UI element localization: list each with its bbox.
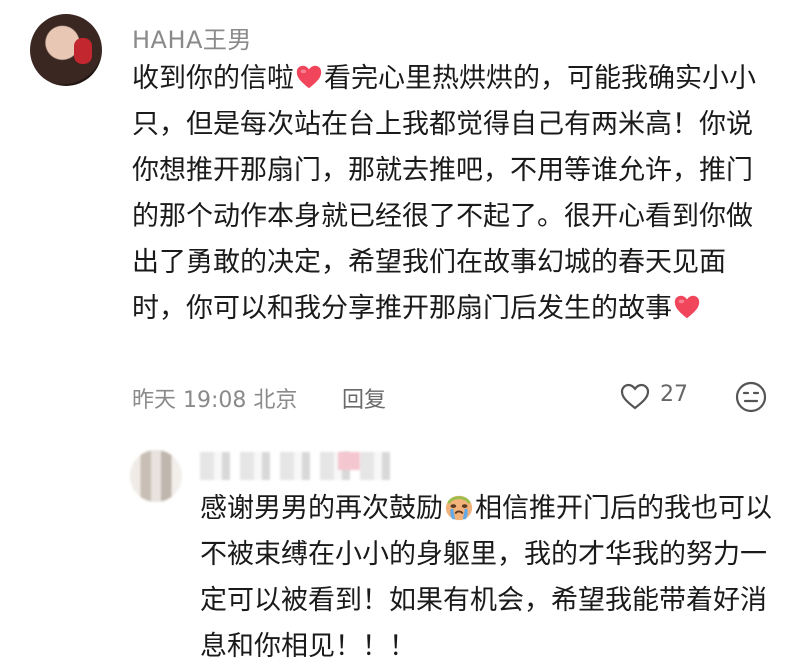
comment-timestamp: 昨天 19:08 北京 bbox=[132, 388, 298, 413]
reply-text-part1: 感谢男男的再次鼓励 bbox=[200, 493, 443, 524]
heart-emoji-icon bbox=[674, 295, 700, 319]
comment-author[interactable]: HAHA王男 bbox=[132, 20, 252, 55]
comment-text-part1: 收到你的信啦 bbox=[132, 63, 294, 94]
reply-author-badge-blurred bbox=[338, 452, 360, 470]
comment-text-part2: 看完心里热烘烘的，可能我确实小小只，但是每次站在台上我都觉得自己有两米高！你说你… bbox=[132, 63, 756, 324]
emoji-icon[interactable] bbox=[734, 380, 768, 414]
avatar-phone bbox=[74, 38, 92, 64]
reply-text: 感谢男男的再次鼓励 相信推开门后的我也可以不被束缚在小小的身躯里，我的才华我的努… bbox=[200, 486, 780, 670]
like-count: 27 bbox=[660, 382, 688, 407]
heart-emoji-icon bbox=[296, 65, 322, 89]
comment-text: 收到你的信啦 看完心里热烘烘的，可能我确实小小只，但是每次站在台上我都觉得自己有… bbox=[132, 56, 772, 332]
crying-face-emoji-icon bbox=[445, 495, 473, 521]
comment-meta: 昨天 19:08 北京 回复 27 bbox=[132, 380, 782, 414]
commenter-avatar[interactable] bbox=[30, 14, 102, 86]
reply-avatar-blurred[interactable] bbox=[130, 450, 182, 502]
reply-button[interactable]: 回复 bbox=[342, 382, 386, 414]
heart-outline-icon[interactable] bbox=[618, 380, 652, 412]
reply-author-blurred[interactable] bbox=[200, 452, 390, 480]
